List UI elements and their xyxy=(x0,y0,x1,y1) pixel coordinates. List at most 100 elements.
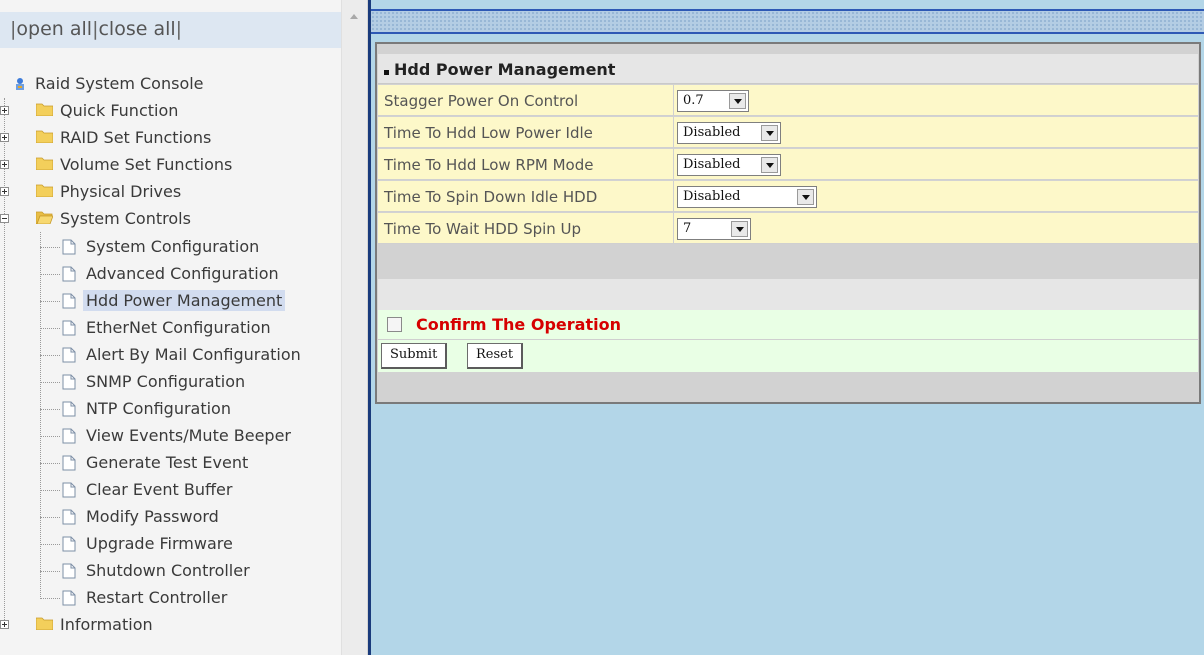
setting-row-wait-spin-up: Time To Wait HDD Spin Up 7 xyxy=(378,213,1198,244)
setting-label: Stagger Power On Control xyxy=(384,92,579,110)
tree-folder-information[interactable]: Information xyxy=(0,613,156,637)
tree-connector xyxy=(40,463,60,464)
page-icon xyxy=(62,239,76,255)
collapse-icon[interactable] xyxy=(0,214,9,223)
tree-item-label: Advanced Configuration xyxy=(86,264,279,283)
tree-item-view-events-mute-beeper[interactable]: View Events/Mute Beeper xyxy=(40,424,294,448)
tree-folder-label: Physical Drives xyxy=(60,182,182,201)
wait-spin-up-select[interactable]: 7 xyxy=(677,218,751,240)
dropdown-arrow-icon[interactable] xyxy=(729,93,746,109)
tree-folder-system-controls[interactable]: System Controls xyxy=(0,207,194,231)
tree-folder-volume-set-functions[interactable]: Volume Set Functions xyxy=(0,153,235,177)
confirm-row: Confirm The Operation xyxy=(378,310,1198,339)
tree-item-label: SNMP Configuration xyxy=(86,372,246,391)
content-frame: Hdd Power Management Stagger Power On Co… xyxy=(371,0,1204,655)
page-icon xyxy=(62,482,76,498)
page-icon xyxy=(62,320,76,336)
stagger-power-on-select[interactable]: 0.7 xyxy=(677,90,749,112)
vertical-scrollbar[interactable] xyxy=(341,0,368,655)
close-all-link[interactable]: close all xyxy=(98,18,175,40)
tree-item-shutdown-controller[interactable]: Shutdown Controller xyxy=(40,559,253,583)
low-rpm-mode-select[interactable]: Disabled xyxy=(677,154,781,176)
open-all-link[interactable]: open all xyxy=(16,18,92,40)
tree-item-label: EtherNet Configuration xyxy=(86,318,271,337)
tree-folder-raid-set-functions[interactable]: RAID Set Functions xyxy=(0,126,214,150)
expand-icon[interactable] xyxy=(0,133,9,142)
tree-folder-physical-drives[interactable]: Physical Drives xyxy=(0,180,184,204)
tree-item-clear-event-buffer[interactable]: Clear Event Buffer xyxy=(40,478,235,502)
dropdown-arrow-icon[interactable] xyxy=(761,157,778,173)
tree-folder-label: System Controls xyxy=(60,209,191,228)
tree-item-system-configuration[interactable]: System Configuration xyxy=(40,235,262,259)
scroll-up-arrow-icon[interactable] xyxy=(350,14,358,19)
content-top-bar xyxy=(371,9,1204,34)
confirm-checkbox[interactable] xyxy=(387,317,402,332)
tree-item-restart-controller[interactable]: Restart Controller xyxy=(40,586,230,610)
tree-connector xyxy=(40,301,60,302)
tree-item-modify-password[interactable]: Modify Password xyxy=(40,505,222,529)
tree-connector xyxy=(40,544,60,545)
setting-row-low-power-idle: Time To Hdd Low Power Idle Disabled xyxy=(378,117,1198,148)
tree-toolbar: |open all|close all| xyxy=(0,12,341,48)
setting-label: Time To Spin Down Idle HDD xyxy=(384,188,598,206)
panel-header: Hdd Power Management xyxy=(378,54,1198,84)
reset-button[interactable]: Reset xyxy=(467,343,524,369)
dropdown-arrow-icon[interactable] xyxy=(797,189,814,205)
tree-item-ethernet-configuration[interactable]: EtherNet Configuration xyxy=(40,316,274,340)
tree-connector xyxy=(40,328,60,329)
tree-item-label: NTP Configuration xyxy=(86,399,231,418)
hdd-power-management-panel: Hdd Power Management Stagger Power On Co… xyxy=(375,42,1201,404)
tree-item-snmp-configuration[interactable]: SNMP Configuration xyxy=(40,370,248,394)
folder-icon xyxy=(36,617,53,630)
page-icon xyxy=(62,266,76,282)
tree-item-upgrade-firmware[interactable]: Upgrade Firmware xyxy=(40,532,236,556)
select-value: Disabled xyxy=(683,125,741,140)
tree-connector xyxy=(40,274,60,275)
tree-item-advanced-configuration[interactable]: Advanced Configuration xyxy=(40,262,282,286)
submit-button[interactable]: Submit xyxy=(381,343,448,369)
tree-connector xyxy=(40,517,60,518)
tree-folder-quick-function[interactable]: Quick Function xyxy=(0,99,181,123)
setting-label: Time To Wait HDD Spin Up xyxy=(384,220,582,238)
folder-open-icon xyxy=(36,211,53,224)
select-value: Disabled xyxy=(683,157,741,172)
tree-connector xyxy=(40,355,60,356)
tree-item-label: Generate Test Event xyxy=(86,453,249,472)
tree-folder-label: Information xyxy=(60,615,153,634)
page-icon xyxy=(62,563,76,579)
tree-item-label: System Configuration xyxy=(86,237,260,256)
low-power-idle-select[interactable]: Disabled xyxy=(677,122,781,144)
tree-connector xyxy=(40,490,60,491)
tree-item-label: Hdd Power Management xyxy=(83,290,286,311)
tree-folder-label: Volume Set Functions xyxy=(60,155,233,174)
page-icon xyxy=(62,374,76,390)
setting-row-stagger-power-on: Stagger Power On Control 0.7 xyxy=(378,85,1198,116)
spin-down-idle-select[interactable]: Disabled xyxy=(677,186,817,208)
expand-icon[interactable] xyxy=(0,620,9,629)
setting-row-low-rpm-mode: Time To Hdd Low RPM Mode Disabled xyxy=(378,149,1198,180)
dropdown-arrow-icon[interactable] xyxy=(731,221,748,237)
tree-item-hdd-power-management[interactable]: Hdd Power Management xyxy=(40,289,286,313)
tree-root[interactable]: Raid System Console xyxy=(16,72,207,96)
expand-icon[interactable] xyxy=(0,106,9,115)
bullet-icon xyxy=(384,70,389,75)
setting-label: Time To Hdd Low Power Idle xyxy=(384,124,593,142)
tree-item-alert-by-mail-configuration[interactable]: Alert By Mail Configuration xyxy=(40,343,304,367)
tree-item-ntp-configuration[interactable]: NTP Configuration xyxy=(40,397,234,421)
confirm-label: Confirm The Operation xyxy=(416,315,621,334)
dropdown-arrow-icon[interactable] xyxy=(761,125,778,141)
tree-connector xyxy=(4,98,5,626)
tree-item-generate-test-event[interactable]: Generate Test Event xyxy=(40,451,251,475)
tree-connector xyxy=(40,409,60,410)
page-icon xyxy=(62,347,76,363)
page-icon xyxy=(62,293,76,309)
tree-connector xyxy=(40,571,60,572)
expand-icon[interactable] xyxy=(0,160,9,169)
console-icon xyxy=(16,78,24,90)
expand-icon[interactable] xyxy=(0,187,9,196)
folder-icon xyxy=(36,184,53,197)
tree-connector xyxy=(40,247,60,248)
tree-item-label: Shutdown Controller xyxy=(86,561,250,580)
select-value: 7 xyxy=(683,221,692,236)
page-icon xyxy=(62,509,76,525)
